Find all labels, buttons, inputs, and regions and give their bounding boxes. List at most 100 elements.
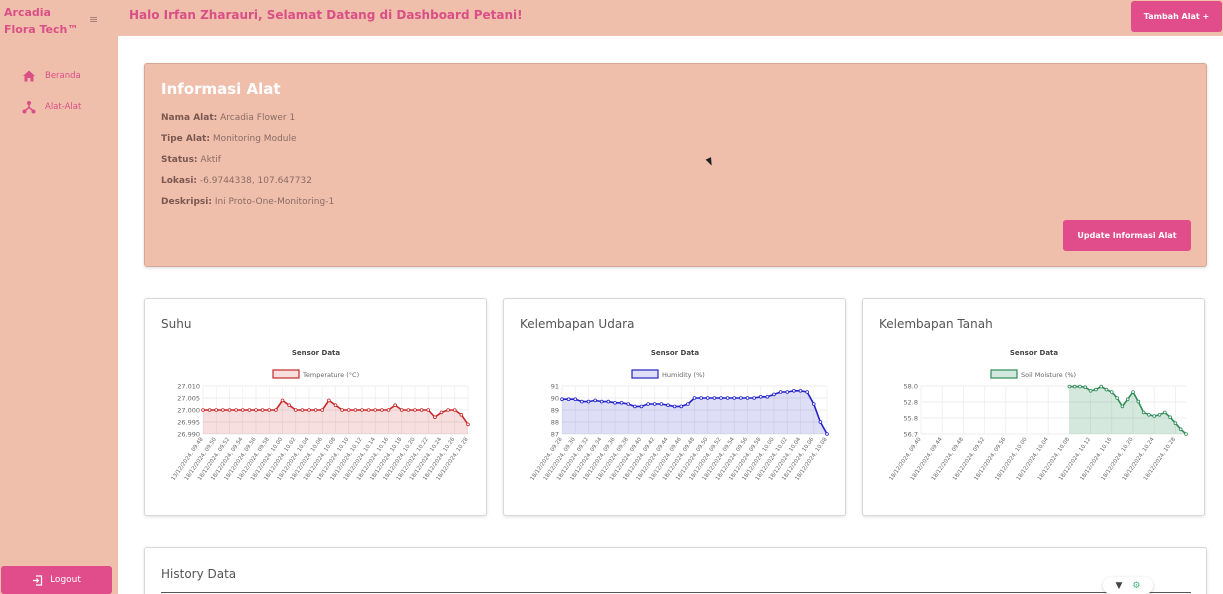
data-point <box>798 388 803 393</box>
data-point <box>1088 388 1093 393</box>
data-point <box>1110 390 1114 394</box>
data-point <box>426 408 431 412</box>
data-point <box>313 408 318 412</box>
sidebar-item-beranda[interactable]: Beranda <box>22 69 81 83</box>
data-point <box>1152 414 1157 418</box>
data-point <box>406 408 411 412</box>
floating-widget[interactable]: ▼ ⚙ <box>1103 577 1153 594</box>
data-point <box>353 408 358 412</box>
data-point <box>201 408 205 412</box>
data-point <box>1184 432 1188 436</box>
info-row-description: Deskripsi: Ini Proto-One-Monitoring-1 <box>161 197 334 207</box>
data-point <box>1162 410 1167 415</box>
data-point <box>599 399 604 404</box>
data-point <box>1147 413 1151 417</box>
brand-line-1: Arcadia <box>4 6 51 19</box>
series-area <box>1069 386 1186 434</box>
settings-icon[interactable]: ⚙ <box>1132 581 1140 591</box>
y-tick-label: 89 <box>551 407 559 415</box>
data-point <box>692 396 697 400</box>
data-point <box>360 408 364 412</box>
data-point <box>307 408 311 412</box>
data-point <box>419 408 424 412</box>
data-point <box>825 432 829 436</box>
data-point <box>765 394 770 399</box>
data-point <box>333 403 338 407</box>
data-point <box>785 390 790 394</box>
data-point <box>719 396 723 400</box>
data-point <box>300 408 305 412</box>
data-point <box>393 403 397 407</box>
history-data-card: History Data <box>144 547 1207 594</box>
y-tick-label: 27.000 <box>177 407 200 415</box>
sidebar-item-alat-alat[interactable]: Alat-Alat <box>22 100 81 114</box>
legend-label: Humidity (%) <box>662 371 705 379</box>
hamburger-icon[interactable]: ≡ <box>89 13 98 26</box>
data-point <box>752 396 756 400</box>
data-point <box>652 402 657 406</box>
y-tick-label: 56.7 <box>904 431 918 439</box>
chart-card-title: Suhu <box>161 317 192 331</box>
data-point <box>267 408 272 412</box>
data-point <box>1136 399 1141 404</box>
data-point <box>373 408 378 412</box>
data-point <box>1178 427 1183 431</box>
data-point <box>320 408 325 412</box>
data-point <box>1120 404 1125 409</box>
data-point <box>705 396 710 400</box>
info-title: Informasi Alat <box>161 80 281 98</box>
info-label: Status: <box>161 155 198 165</box>
y-tick-label: 52.8 <box>904 399 918 407</box>
data-point <box>560 397 564 401</box>
info-label: Nama Alat: <box>161 113 218 123</box>
chart-card-title: Kelembapan Udara <box>520 317 635 331</box>
data-point <box>666 403 670 407</box>
update-info-button[interactable]: Update Informasi Alat <box>1063 220 1191 251</box>
data-point <box>260 408 265 412</box>
data-point <box>732 396 737 400</box>
brand-logo[interactable]: Arcadia Flora Tech™ <box>4 4 78 38</box>
data-point <box>633 404 637 409</box>
data-point <box>1131 390 1135 394</box>
data-point <box>366 408 371 412</box>
data-point <box>280 398 285 403</box>
info-label: Deskripsi: <box>161 197 212 207</box>
data-point <box>293 408 298 412</box>
logout-icon <box>33 574 43 586</box>
data-point <box>214 408 219 412</box>
add-tool-button[interactable]: Tambah Alat + <box>1131 1 1222 32</box>
data-point <box>413 408 417 412</box>
device-info-card: Informasi Alat Nama Alat: Arcadia Flower… <box>144 63 1207 267</box>
filter-icon[interactable]: ▼ <box>1116 581 1123 591</box>
data-point <box>573 397 578 401</box>
data-point <box>805 390 809 394</box>
legend-swatch <box>990 369 1018 379</box>
data-point <box>811 402 816 406</box>
data-point <box>626 402 631 406</box>
data-point <box>207 408 212 412</box>
info-label: Tipe Alat: <box>161 134 210 144</box>
data-point <box>380 408 384 412</box>
temperature-chart-card: Suhu Sensor Data Temperature (°C) 27.010 27… <box>144 298 487 516</box>
data-point <box>1094 387 1098 392</box>
top-bar: Halo Irfan Zharauri, Selamat Datang di D… <box>118 0 1223 36</box>
y-tick-label: 91 <box>551 383 559 391</box>
data-point <box>1104 387 1109 392</box>
data-point <box>646 402 650 406</box>
data-point <box>1083 385 1088 389</box>
chart-title: Sensor Data <box>651 349 700 357</box>
info-value: Arcadia Flower 1 <box>220 113 296 123</box>
sidebar-item-label: Beranda <box>45 71 81 81</box>
data-point <box>745 396 750 400</box>
data-point <box>659 402 664 406</box>
history-title: History Data <box>161 567 237 581</box>
data-point <box>439 410 444 415</box>
data-point <box>619 400 624 405</box>
logout-button[interactable]: Logout <box>1 566 112 594</box>
network-icon <box>22 101 36 114</box>
data-point <box>1157 413 1162 417</box>
data-point <box>327 398 331 403</box>
data-point <box>686 402 690 406</box>
data-point <box>606 399 611 404</box>
data-point <box>399 408 404 412</box>
